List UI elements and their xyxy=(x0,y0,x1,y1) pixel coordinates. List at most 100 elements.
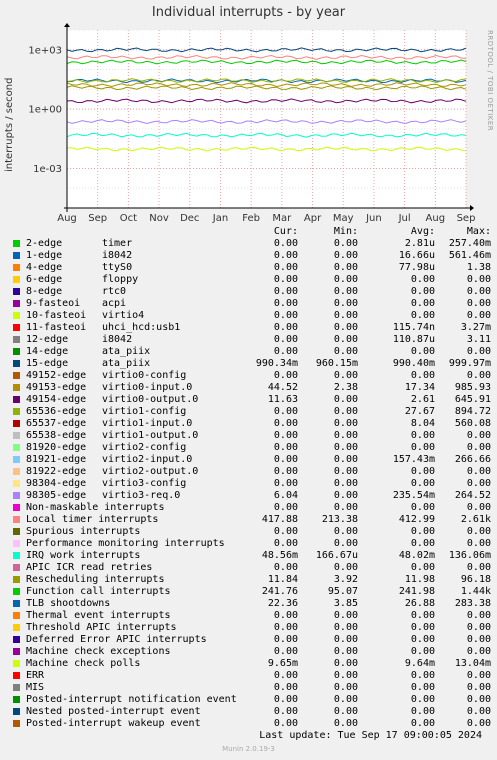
legend-row: APIC ICR read retries 0.00 0.00 0.00 0.00 xyxy=(10,562,491,574)
legend-name: Posted-interrupt wakeup event xyxy=(26,718,201,729)
x-tick-label: Oct xyxy=(120,213,137,224)
legend-row: 81921-edge virtio2-input.0 0.00 0.00 157.43m… xyxy=(10,454,491,466)
legend-device: ttyS0 xyxy=(102,262,133,273)
legend-swatch xyxy=(13,348,20,355)
legend-name: 81922-edge xyxy=(26,466,87,477)
legend-row: 10-fasteoi virtio4 0.00 0.00 0.00 0.00 xyxy=(10,310,491,322)
legend-min: 960.15m xyxy=(315,358,358,369)
legend-device: acpi xyxy=(102,298,127,309)
legend-row: 98304-edge virtio3-config 0.00 0.00 0.00 0.00 xyxy=(10,478,491,490)
legend-name: 10-fasteoi xyxy=(26,310,87,321)
legend-name: 14-edge xyxy=(26,346,69,357)
legend-row: Spurious interrupts 0.00 0.00 0.00 0.00 xyxy=(10,526,491,538)
legend-swatch xyxy=(13,276,20,283)
legend-max: 136.06m xyxy=(448,550,491,561)
legend-min: 2.38 xyxy=(333,382,358,393)
legend-name: 4-edge xyxy=(26,262,63,273)
x-tick-label: Jul xyxy=(398,213,411,224)
legend-row: 65537-edge virtio1-input.0 0.00 0.00 8.04 560… xyxy=(10,418,491,430)
legend-swatch xyxy=(13,600,20,607)
legend-device: virtio0-input.0 xyxy=(102,382,193,393)
legend-swatch xyxy=(13,552,20,559)
legend-max: 264.52 xyxy=(454,490,491,501)
legend-swatch xyxy=(13,624,20,631)
legend-swatch xyxy=(13,696,20,703)
legend-min: 3.85 xyxy=(333,598,358,609)
legend-device: i8042 xyxy=(102,334,133,345)
legend-max: 1.44k xyxy=(460,586,491,597)
legend-max: 0.00 xyxy=(466,646,491,657)
legend-max: 0.00 xyxy=(466,502,491,513)
chart-plot: 1e+03 1e+00 1e-03 Aug Sep Oct Nov Dec Jan Feb Mar… xyxy=(28,23,475,224)
legend-max: 3.11 xyxy=(466,334,491,345)
legend-name: 15-edge xyxy=(26,358,69,369)
legend-min: 0.00 xyxy=(333,262,358,273)
legend-max: 0.00 xyxy=(466,274,491,285)
legend-max: 0.00 xyxy=(466,634,491,645)
x-tick-label: Dec xyxy=(180,213,199,224)
legend-name: 6-edge xyxy=(26,274,63,285)
legend-swatch xyxy=(13,252,20,259)
legend-min: 3.92 xyxy=(333,574,358,585)
legend-swatch xyxy=(13,564,20,571)
legend-min: 0.00 xyxy=(333,610,358,621)
legend-device: virtio3-req.0 xyxy=(102,490,181,501)
legend-name: TLB shootdowns xyxy=(26,598,111,609)
legend-name: 81921-edge xyxy=(26,454,87,465)
legend-min: 0.00 xyxy=(333,694,358,705)
legend-name: Nested posted-interrupt event xyxy=(26,706,201,717)
legend-row: 11-fasteoi uhci_hcd:usb1 0.00 0.00 115.74n 3.… xyxy=(10,322,491,334)
legend-swatch xyxy=(13,504,20,511)
legend-min: 0.00 xyxy=(333,538,358,549)
legend-row: Nested posted-interrupt event 0.00 0.00 0.0… xyxy=(10,706,491,718)
legend-name: Local timer interrupts xyxy=(26,514,159,525)
legend-row: Non-maskable interrupts 0.00 0.00 0.00 0.00 xyxy=(10,502,491,514)
legend-row: Machine check polls 9.65m 0.00 9.64m 13.04m xyxy=(10,658,491,670)
legend-row: 6-edge floppy 0.00 0.00 0.00 0.00 xyxy=(10,274,491,286)
legend-swatch xyxy=(13,324,20,331)
legend-min: 0.00 xyxy=(333,490,358,501)
legend-max: 0.00 xyxy=(466,478,491,489)
legend-row: 8-edge rtc0 0.00 0.00 0.00 0.00 xyxy=(10,286,491,298)
legend-name: Non-maskable interrupts xyxy=(26,502,165,513)
legend-name: Machine check exceptions xyxy=(26,646,171,657)
legend-swatch xyxy=(13,408,20,415)
legend-max: 0.00 xyxy=(466,466,491,477)
legend-max: 645.91 xyxy=(454,394,491,405)
legend-swatch xyxy=(13,336,20,343)
legend-device: virtio0-output.0 xyxy=(102,394,199,405)
y-tick-labels: 1e+03 1e+00 1e-03 xyxy=(28,45,62,175)
legend-swatch xyxy=(13,444,20,451)
legend-device: virtio1-output.0 xyxy=(102,430,199,441)
legend-name: 12-edge xyxy=(26,334,69,345)
x-tick-label: Jun xyxy=(365,213,382,224)
legend-max: 283.38 xyxy=(454,598,491,609)
legend-name: Posted-interrupt notification event xyxy=(26,694,237,705)
legend-max: 96.18 xyxy=(460,574,491,585)
x-tick-label: Nov xyxy=(149,213,169,224)
legend-min: 0.00 xyxy=(333,622,358,633)
legend-max: 985.93 xyxy=(454,382,491,393)
legend-max: 0.00 xyxy=(466,622,491,633)
last-update: Last update: Tue Sep 17 09:00:05 2024 xyxy=(259,730,482,741)
legend-row: IRQ work interrupts 48.56m 166.67u 48.02m 13… xyxy=(10,550,491,562)
x-tick-label: Jan xyxy=(212,213,228,224)
legend-row: Deferred Error APIC interrupts 0.00 0.00 0.… xyxy=(10,634,491,646)
legend-row: 49154-edge virtio0-output.0 11.63 0.00 2.61 6… xyxy=(10,394,491,406)
legend-swatch xyxy=(13,240,20,247)
legend-device: virtio0-config xyxy=(102,370,187,381)
x-tick-label: Apr xyxy=(304,213,322,224)
x-tick-label: Sep xyxy=(88,213,107,224)
legend-name: 98304-edge xyxy=(26,478,87,489)
legend-name: Thermal event interrupts xyxy=(26,610,171,621)
legend-row: Function call interrupts 241.76 95.07 241.9… xyxy=(10,586,491,598)
legend-max: 2.61k xyxy=(460,514,491,525)
y-axis-arrow xyxy=(64,23,70,27)
legend-min: 0.00 xyxy=(333,658,358,669)
legend-max: 0.00 xyxy=(466,718,491,729)
legend-max: 0.00 xyxy=(466,682,491,693)
legend-max: 0.00 xyxy=(466,442,491,453)
legend-swatch xyxy=(13,516,20,523)
legend-min: 0.00 xyxy=(333,718,358,729)
legend-min: 0.00 xyxy=(333,430,358,441)
